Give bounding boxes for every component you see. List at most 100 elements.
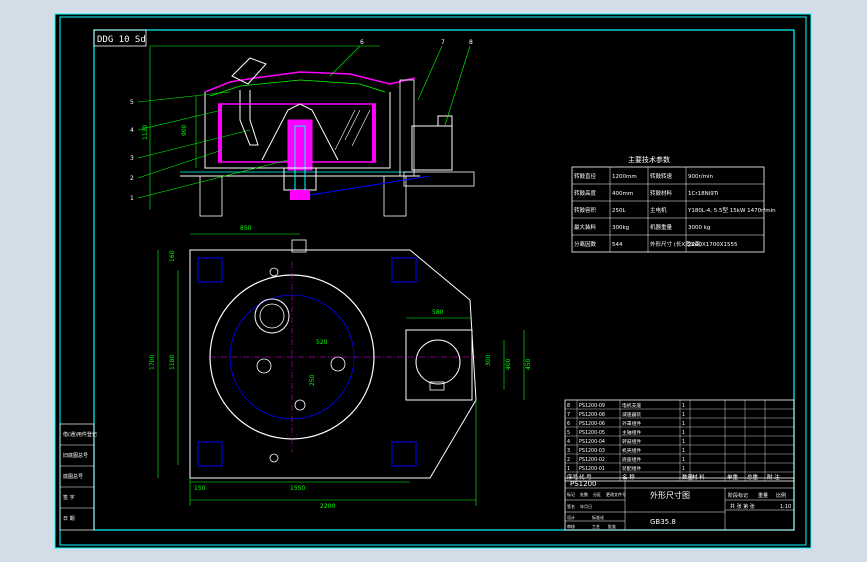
bom-cell: 1 — [682, 412, 685, 418]
bom-cell: PS1200-08 — [579, 412, 605, 418]
drawing-sheet — [54, 13, 812, 549]
title-label: 处数 — [580, 491, 588, 497]
spec-cell: 2200X1700X1555 — [688, 242, 738, 248]
spec-cell: 3000 kg — [688, 225, 710, 231]
title-label: 签名 — [567, 503, 575, 509]
leader-label-6: 6 — [360, 39, 364, 46]
bom-cell: 1 — [567, 466, 570, 472]
spec-cell: 1200mm — [612, 174, 637, 180]
bom-cell: 机壳组件 — [622, 447, 641, 454]
dim-850: 850 — [240, 225, 252, 232]
title-label: 设计 — [567, 514, 575, 520]
dim-400: 400 — [505, 358, 512, 370]
spec-cell: 转鼓容积 — [574, 206, 597, 214]
spec-cell: 300kg — [612, 225, 629, 231]
left-stamp-label: 日 期 — [63, 516, 75, 522]
dim-250: 250 — [309, 374, 316, 386]
bom-cell: 1 — [682, 439, 685, 445]
front-dim-1130: 1130 — [142, 125, 149, 140]
spec-cell: 544 — [612, 242, 623, 248]
spec-table-title: 主要技术参数 — [628, 155, 670, 164]
title-stage-1: 阶段标记 — [728, 492, 748, 499]
bom-cell: 1 — [682, 430, 685, 436]
front-dim-900: 900 — [181, 124, 188, 136]
bom-cell: PS1200-03 — [579, 448, 605, 454]
title-label: 分区 — [593, 491, 601, 497]
dim-1550: 1550 — [290, 485, 305, 492]
drum-wall-left — [218, 104, 222, 162]
bom-cell: 1 — [682, 421, 685, 427]
bom-header: 材 料 — [692, 473, 705, 481]
bom-header: 总重 — [747, 473, 759, 481]
bom-cell: 2 — [567, 457, 570, 463]
spec-cell: 1Cr18Ni9Ti — [688, 191, 719, 197]
dim-160: 160 — [169, 250, 176, 262]
bom-cell: 1 — [682, 457, 685, 463]
dim-300: 300 — [485, 354, 492, 366]
spec-cell: 400mm — [612, 191, 633, 197]
title-label: 工艺 — [592, 524, 600, 529]
spec-cell: 转鼓直径 — [574, 172, 597, 180]
title-doc: GB35.8 — [650, 518, 676, 526]
bom-cell: 6 — [567, 421, 570, 427]
title-label: 标准化 — [592, 514, 604, 520]
bom-cell: 7 — [567, 412, 570, 418]
dim-1180: 1180 — [169, 355, 176, 370]
leader-label-8: 8 — [469, 39, 473, 46]
dim-580: 580 — [432, 309, 444, 316]
leader-label-7: 7 — [441, 39, 445, 46]
bom-cell: 3 — [567, 448, 570, 454]
bom-cell: 主轴组件 — [622, 429, 641, 436]
bom-header: 单重 — [727, 473, 739, 481]
bom-cell: PS1200-05 — [579, 430, 605, 436]
bom-cell: 1 — [682, 403, 685, 409]
spec-cell: 转鼓转速 — [650, 172, 673, 180]
title-sheet: 共 张 第 张 — [730, 503, 755, 510]
title-drawing-name: 外形尺寸图 — [650, 490, 690, 500]
drum-wall-right — [372, 104, 376, 162]
leader-label-2a: 2 — [130, 175, 134, 182]
bom-cell: 电机支座 — [622, 402, 641, 409]
spec-cell: 转鼓高度 — [574, 189, 597, 197]
bom-cell: 4 — [567, 439, 570, 445]
bom-cell: PS1200-04 — [579, 439, 605, 445]
spec-cell: 900r/min — [688, 174, 713, 180]
title-stage-2: 重量 — [758, 492, 768, 499]
dim-520: 520 — [316, 339, 328, 346]
dim-2200: 2200 — [320, 503, 335, 510]
bom-cell: 转鼓组件 — [622, 438, 641, 445]
title-label: 标记 — [567, 491, 575, 497]
left-stamp-label: 签 字 — [63, 494, 75, 501]
title-label: 审核 — [567, 523, 575, 529]
bom-cell: 装配组件 — [622, 465, 641, 472]
spec-cell: 250L — [612, 208, 626, 214]
spec-cell: Y180L-4, 5.5型 15kW 1470r/min — [687, 206, 776, 214]
bom-header: 名 称 — [622, 473, 635, 481]
title-label: 年月日 — [580, 503, 592, 509]
spec-cell: 分离因数 — [574, 240, 597, 248]
title-label: 批准 — [608, 523, 616, 529]
left-stamp-label: 底图总号 — [63, 473, 83, 480]
bom-cell: 外罩组件 — [622, 420, 641, 427]
leader-label-5: 5 — [130, 99, 134, 106]
spec-cell: 主电机 — [650, 206, 667, 214]
drawing-code: DDG 10 Sd — [97, 35, 146, 45]
bom-cell: 底座组件 — [622, 456, 641, 463]
left-stamp-label: 借(通)用件登记 — [63, 431, 97, 438]
bom-cell: PS1200-09 — [579, 403, 605, 409]
left-stamp-label: 旧底图总号 — [63, 452, 88, 459]
bom-cell: 1 — [682, 448, 685, 454]
bom-cell: 1 — [682, 466, 685, 472]
title-stage-3: 比例 — [776, 492, 786, 499]
dim-150: 150 — [194, 485, 206, 492]
bom-cell: PS1200-01 — [579, 466, 605, 472]
spec-cell: 最大装料 — [574, 223, 597, 231]
leader-label-3: 3 — [130, 155, 134, 162]
leader-label-4: 4 — [130, 127, 134, 134]
pulley — [290, 190, 310, 200]
cad-drawing-canvas: DDG 10 Sd 900 1130 5 4 3 2 1 6 7 8 850 1… — [54, 13, 812, 549]
bom-cell: 减速器装 — [622, 411, 641, 418]
spec-cell: 转鼓材料 — [650, 189, 673, 197]
dim-450: 450 — [525, 358, 532, 370]
title-label: 更改文件号 — [606, 491, 626, 497]
